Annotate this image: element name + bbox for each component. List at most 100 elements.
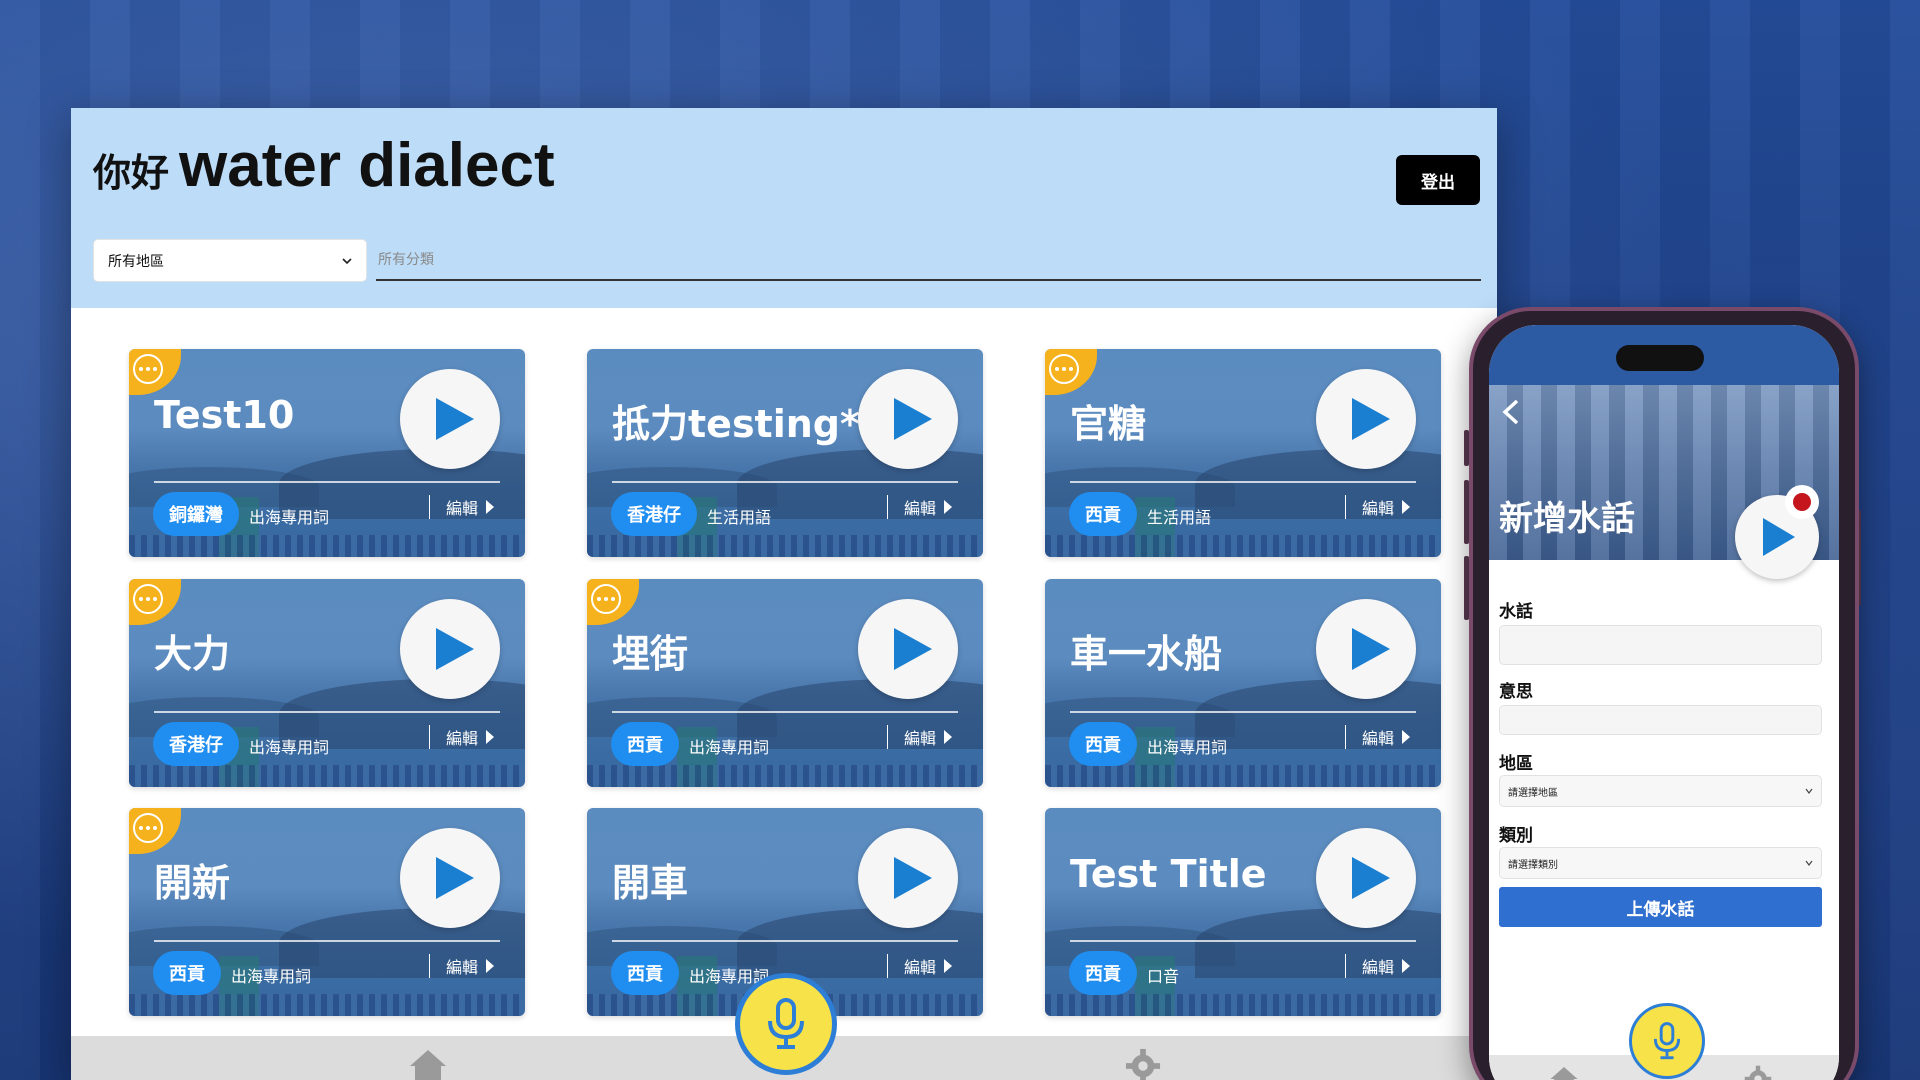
edit-label: 編輯 (446, 729, 479, 748)
word-card[interactable]: 埋街 西貢 出海專用詞 編輯 (587, 579, 983, 787)
edit-button[interactable]: 編輯 (887, 495, 953, 519)
category-label: 出海專用詞 (231, 967, 312, 986)
category-label: 口音 (1147, 967, 1180, 986)
card-divider (154, 481, 500, 483)
region-badge: 西貢 (1069, 492, 1137, 536)
play-button[interactable] (400, 828, 500, 928)
record-icon[interactable] (1785, 485, 1819, 519)
edit-button[interactable]: 編輯 (887, 725, 953, 749)
card-word: 開新 (154, 861, 231, 905)
play-icon (436, 857, 474, 899)
category-label: 出海專用詞 (689, 738, 770, 757)
word-card[interactable]: Test10 銅鑼灣 出海專用詞 編輯 (129, 349, 525, 557)
edit-button[interactable]: 編輯 (1345, 725, 1411, 749)
card-divider (612, 940, 958, 942)
region-filter-select[interactable]: 所有地區 (93, 239, 367, 282)
edit-button[interactable]: 編輯 (429, 495, 495, 519)
edit-button[interactable]: 編輯 (429, 954, 495, 978)
more-icon[interactable] (133, 584, 163, 614)
more-icon[interactable] (591, 584, 621, 614)
edit-button[interactable]: 編輯 (1345, 954, 1411, 978)
edit-label: 編輯 (446, 958, 479, 977)
play-button[interactable] (400, 369, 500, 469)
edit-label: 編輯 (1362, 729, 1395, 748)
card-word: 開車 (612, 861, 689, 905)
more-icon[interactable] (1049, 354, 1079, 384)
word-card[interactable]: 開新 西貢 出海專用詞 編輯 (129, 808, 525, 1016)
play-button[interactable] (1316, 828, 1416, 928)
phone-status-area (1489, 325, 1839, 385)
edit-button[interactable]: 編輯 (429, 725, 495, 749)
category-label: 出海專用詞 (1147, 738, 1228, 757)
chevron-down-icon (1805, 860, 1813, 866)
word-card[interactable]: 大力 香港仔 出海專用詞 編輯 (129, 579, 525, 787)
word-card[interactable]: 抵力testing*2 香港仔 生活用語 編輯 (587, 349, 983, 557)
record-mic-button[interactable] (735, 973, 837, 1075)
greeting-text: 你好 (93, 151, 170, 195)
word-card[interactable]: 官糖 西貢 生活用語 編輯 (1045, 349, 1441, 557)
home-icon[interactable] (408, 1048, 448, 1080)
dynamic-island (1616, 345, 1704, 371)
home-icon[interactable] (1549, 1065, 1579, 1080)
water-word-label: 水話 (1499, 602, 1533, 622)
word-card[interactable]: 車一水船西貢 出海專用詞 編輯 (1045, 579, 1441, 787)
meaning-input[interactable] (1499, 705, 1822, 735)
microphone-icon (1653, 1022, 1681, 1060)
card-divider (1070, 711, 1416, 713)
more-icon[interactable] (133, 813, 163, 843)
logout-button[interactable]: 登出 (1396, 155, 1480, 205)
card-divider (154, 940, 500, 942)
card-word: 官糖 (1070, 402, 1147, 446)
category-label: 出海專用詞 (249, 508, 330, 527)
card-word: 車一水船 (1070, 632, 1223, 676)
play-icon (1352, 628, 1390, 670)
play-icon (436, 628, 474, 670)
water-word-input[interactable] (1499, 625, 1822, 665)
card-bg-dock (129, 765, 525, 787)
play-button[interactable] (1316, 599, 1416, 699)
region-badge: 西貢 (611, 951, 679, 995)
region-badge: 香港仔 (611, 492, 697, 536)
gear-icon[interactable] (1124, 1048, 1162, 1080)
play-button[interactable] (858, 599, 958, 699)
chevron-right-icon (486, 730, 495, 744)
play-icon (1352, 857, 1390, 899)
region-badge: 西貢 (1069, 951, 1137, 995)
play-button[interactable] (400, 599, 500, 699)
play-button[interactable] (858, 828, 958, 928)
category-select[interactable]: 請選擇類別 (1499, 847, 1822, 879)
upload-button[interactable]: 上傳水話 (1499, 887, 1822, 927)
back-icon[interactable] (1499, 397, 1525, 427)
card-word: Test10 (154, 393, 295, 437)
phone-page-title: 新增水話 (1499, 499, 1635, 539)
play-button[interactable] (1316, 369, 1416, 469)
play-button[interactable] (858, 369, 958, 469)
play-icon (1763, 518, 1795, 556)
edit-button[interactable]: 編輯 (887, 954, 953, 978)
chevron-right-icon (944, 959, 953, 973)
category-label: 類別 (1499, 826, 1533, 846)
edit-label: 編輯 (446, 499, 479, 518)
chevron-right-icon (944, 500, 953, 514)
meaning-label: 意思 (1499, 682, 1533, 702)
edit-button[interactable]: 編輯 (1345, 495, 1411, 519)
play-icon (894, 628, 932, 670)
region-select[interactable]: 請選擇地區 (1499, 775, 1822, 807)
phone-mic-button[interactable] (1629, 1003, 1705, 1079)
region-badge: 西貢 (1069, 722, 1137, 766)
region-badge: 銅鑼灣 (153, 492, 239, 536)
card-word: 大力 (154, 632, 231, 676)
category-label: 生活用語 (707, 508, 772, 527)
gear-icon[interactable] (1744, 1065, 1772, 1080)
edit-label: 編輯 (1362, 499, 1395, 518)
more-icon[interactable] (133, 354, 163, 384)
card-word: 抵力testing*2 (612, 402, 887, 446)
card-bg-dock (587, 765, 983, 787)
category-filter-input[interactable]: 所有分類 (376, 239, 1481, 281)
card-bg-dock (587, 535, 983, 557)
card-divider (154, 711, 500, 713)
region-badge: 香港仔 (153, 722, 239, 766)
chevron-right-icon (486, 959, 495, 973)
card-word: 埋街 (612, 632, 689, 676)
word-card[interactable]: Test Title 西貢 口音 編輯 (1045, 808, 1441, 1016)
